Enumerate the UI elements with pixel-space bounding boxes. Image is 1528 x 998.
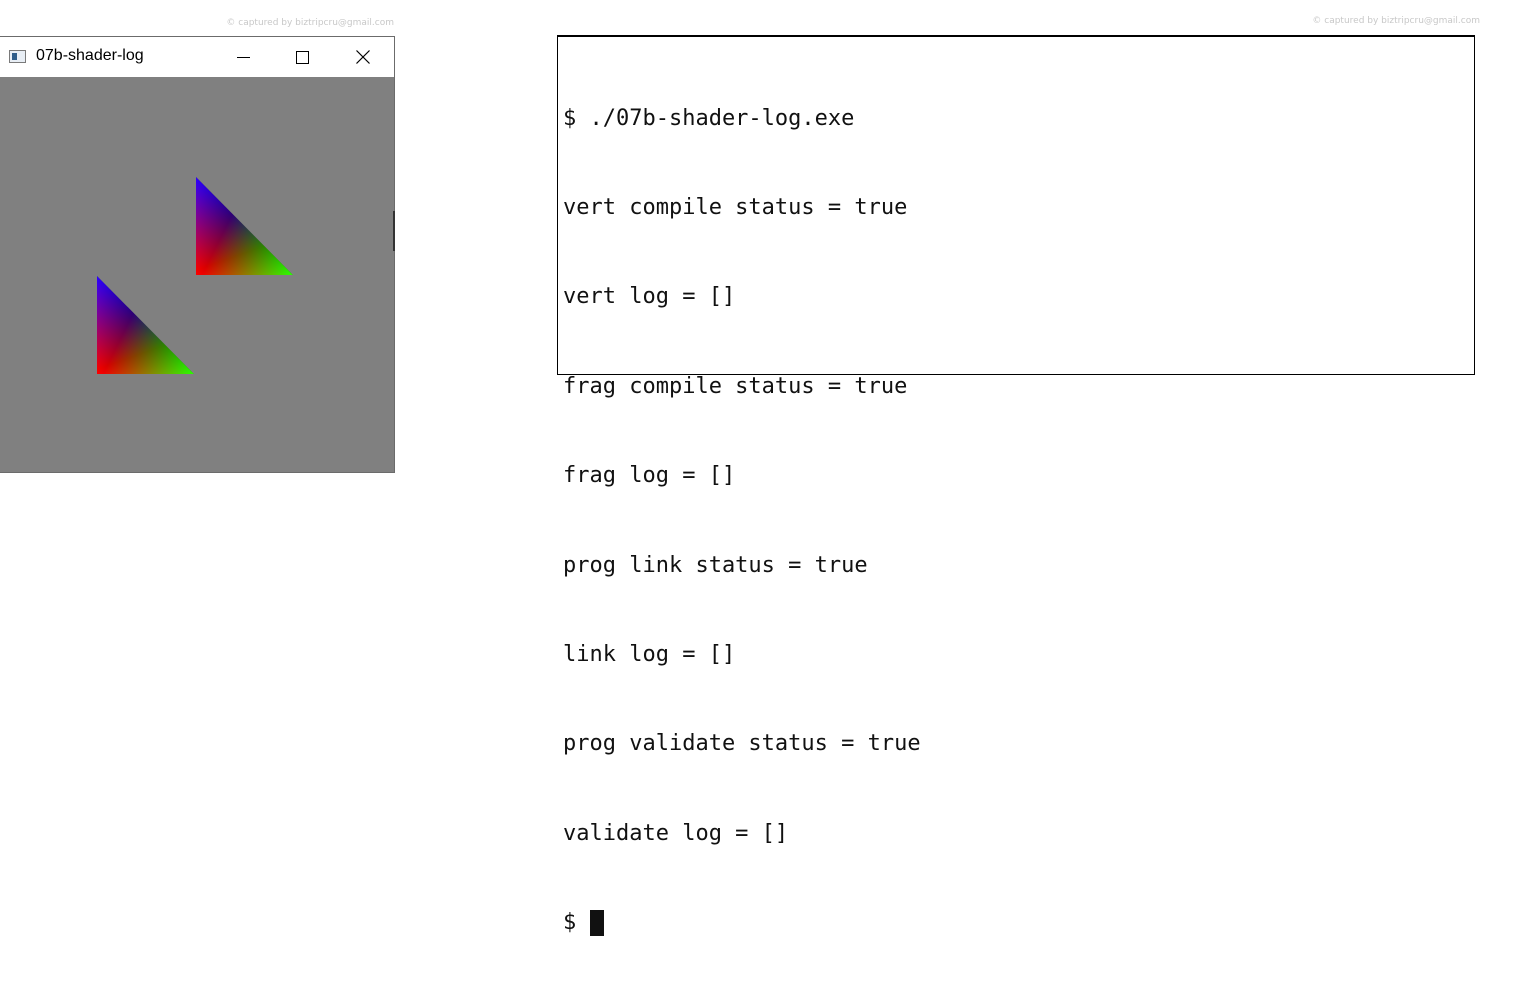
terminal-line: prog link status = true	[563, 552, 868, 578]
terminal-line: frag compile status = true	[563, 373, 908, 399]
terminal-line: frag log = []	[563, 463, 736, 489]
text-cursor	[590, 910, 605, 936]
app-window-icon	[9, 50, 26, 63]
watermark-right: © captured by biztripcru@gmail.com	[1312, 16, 1480, 26]
maximize-icon	[295, 50, 309, 64]
shader-canvas-svg	[97, 177, 293, 374]
triangle-lower	[97, 276, 194, 374]
triangle-upper	[196, 177, 293, 275]
terminal-line: vert compile status = true	[563, 194, 908, 220]
maximize-button[interactable]	[279, 37, 325, 77]
watermark-left: © captured by biztripcru@gmail.com	[226, 18, 394, 28]
window-edge-mark	[393, 211, 395, 251]
terminal-line: prog validate status = true	[563, 731, 921, 757]
terminal-line: $ ./07b-shader-log.exe	[563, 105, 855, 131]
window-titlebar[interactable]: 07b-shader-log	[0, 37, 394, 77]
terminal-output: $ ./07b-shader-log.exe vert compile stat…	[563, 44, 921, 998]
terminal-prompt-line[interactable]: $	[563, 908, 921, 938]
terminal-prompt: $	[563, 910, 577, 936]
window-title: 07b-shader-log	[36, 47, 144, 64]
app-window: 07b-shader-log	[0, 36, 395, 473]
terminal-line: vert log = []	[563, 284, 736, 310]
close-button[interactable]	[340, 37, 386, 77]
terminal-window[interactable]: $ ./07b-shader-log.exe vert compile stat…	[557, 35, 1475, 936]
terminal-line: validate log = []	[563, 820, 789, 846]
terminal-line: link log = []	[563, 641, 736, 667]
minimize-icon	[236, 56, 250, 58]
minimize-button[interactable]	[220, 37, 266, 77]
render-canvas	[0, 77, 394, 472]
close-icon	[356, 50, 370, 64]
